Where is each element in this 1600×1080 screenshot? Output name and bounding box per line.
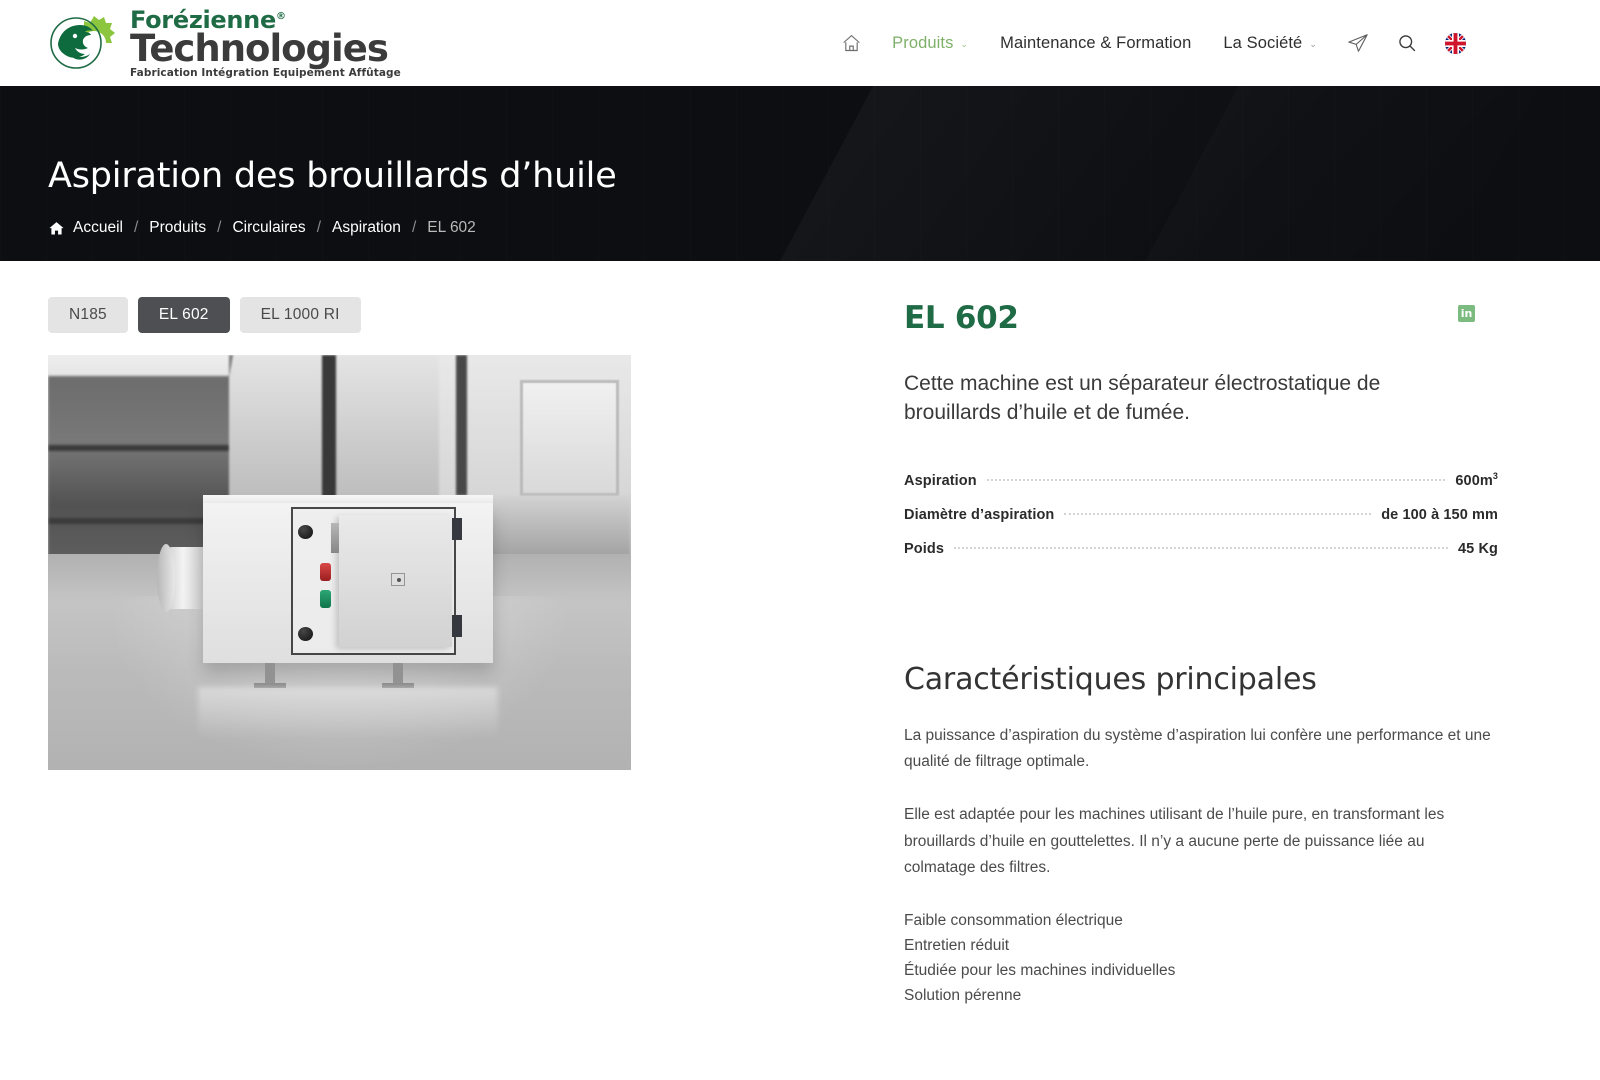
logo-registered-mark: ® — [275, 10, 286, 22]
breadcrumb-item-aspiration[interactable]: Aspiration — [332, 219, 401, 237]
tab-el-602[interactable]: EL 602 — [137, 297, 230, 333]
product-description: Cette machine est un séparateur électros… — [904, 372, 1381, 424]
nav-item-produits[interactable]: Produits ⌄ — [876, 34, 984, 53]
product-details-column: EL 602 in Cette machine est un séparateu… — [904, 297, 1500, 1008]
nav-search-icon[interactable] — [1383, 33, 1431, 53]
spec-value: de 100 à 150 mm — [1381, 506, 1498, 523]
tab-n185[interactable]: N185 — [48, 297, 128, 333]
spec-leader-dots — [1064, 512, 1372, 515]
product-gallery-column: N185 EL 602 EL 1000 RI — [48, 297, 904, 1008]
nav-item-la-societe[interactable]: La Société ⌄ — [1207, 34, 1333, 53]
logo-line-technologies: Technologies — [130, 26, 389, 70]
page-hero-banner: Aspiration des brouillards d’huile Accue… — [0, 86, 1600, 261]
chevron-down-icon: ⌄ — [1309, 38, 1317, 49]
photo-machine-cabinet-lock — [391, 573, 405, 586]
photo-machine-indicator-red — [320, 563, 331, 581]
uk-flag-icon — [1445, 32, 1466, 54]
logo-tagline: Fabrication Intégration Equipement Affût… — [130, 66, 401, 79]
spec-value: 45 Kg — [1458, 540, 1498, 557]
photo-machine-gauge — [331, 523, 339, 553]
nav-item-maintenance-formation[interactable]: Maintenance & Formation — [984, 34, 1207, 53]
spec-leader-dots — [953, 546, 1448, 549]
page-title: Aspiration des brouillards d’huile — [48, 156, 617, 197]
photo-workshop-door — [520, 379, 620, 497]
spec-row-aspiration: Aspiration 600m3 — [904, 462, 1498, 498]
nav-home-icon[interactable] — [827, 33, 876, 54]
spec-leader-dots — [986, 478, 1446, 481]
breadcrumb: Accueil / Produits / Circulaires / Aspir… — [48, 219, 1600, 237]
breadcrumb-separator: / — [316, 219, 321, 237]
breadcrumb-item-accueil[interactable]: Accueil — [73, 219, 123, 237]
spec-label: Diamètre d’aspiration — [904, 506, 1055, 523]
spec-value-exponent: 3 — [1492, 470, 1498, 481]
nav-item-label: Maintenance & Formation — [1000, 33, 1192, 52]
features-heading: Caractéristiques principales — [904, 661, 1317, 697]
breadcrumb-separator: / — [411, 219, 417, 237]
photo-machine-indicator-green — [320, 590, 331, 608]
tab-el-1000-ri[interactable]: EL 1000 RI — [239, 297, 361, 333]
spec-value-text: 600m — [1455, 472, 1493, 489]
chevron-down-icon: ⌄ — [960, 38, 969, 49]
feature-item: Solution pérenne — [904, 987, 1022, 1005]
photo-machine-hinge-top — [452, 518, 462, 540]
breadcrumb-home-icon[interactable] — [48, 220, 65, 237]
features-paragraph-1: La puissance d’aspiration du système d’a… — [904, 726, 1491, 771]
photo-machine-inlet-duct — [157, 544, 208, 612]
nav-language-switcher[interactable] — [1431, 32, 1480, 54]
forezienne-dragon-logo-icon — [48, 6, 122, 80]
breadcrumb-item-produits[interactable]: Produits — [149, 219, 206, 237]
logo-wordmark: Forézienne® Technologies Fabrication Int… — [130, 8, 401, 79]
spec-row-diametre-aspiration: Diamètre d’aspiration de 100 à 150 mm — [904, 498, 1498, 532]
product-spec-table: Aspiration 600m3 Diamètre d’aspiration d… — [904, 462, 1498, 566]
main-navigation: Produits ⌄ Maintenance & Formation La So… — [827, 0, 1480, 86]
spec-label: Aspiration — [904, 472, 977, 489]
breadcrumb-item-circulaires[interactable]: Circulaires — [232, 219, 305, 237]
site-header: Forézienne® Technologies Fabrication Int… — [0, 0, 1600, 86]
spec-label: Poids — [904, 540, 944, 557]
nav-contact-paper-plane-icon[interactable] — [1333, 32, 1383, 54]
breadcrumb-separator: / — [133, 219, 139, 237]
spec-row-poids: Poids 45 Kg — [904, 532, 1498, 566]
features-bullet-list: Faible consommation électrique Entretien… — [904, 908, 1500, 1008]
photo-machine-leg-right — [393, 663, 403, 685]
main-content: N185 EL 602 EL 1000 RI EL 602 in Cette m… — [0, 261, 1600, 1008]
product-header: EL 602 in — [904, 297, 1500, 334]
spec-value: 600m3 — [1455, 471, 1498, 489]
breadcrumb-current-page: EL 602 — [427, 219, 476, 237]
photo-machine-leg-left — [265, 663, 275, 685]
photo-machine-knob-bottom — [298, 627, 313, 641]
site-logo[interactable]: Forézienne® Technologies Fabrication Int… — [48, 4, 401, 82]
feature-item: Étudiée pour les machines individuelles — [904, 962, 1176, 980]
features-paragraph-2: Elle est adaptée pour les machines utili… — [904, 806, 1445, 877]
product-variant-tabs: N185 EL 602 EL 1000 RI — [48, 297, 904, 333]
page-root: Forézienne® Technologies Fabrication Int… — [0, 0, 1600, 1080]
feature-item: Faible consommation électrique — [904, 912, 1123, 930]
photo-machine-floor-reflection — [198, 687, 498, 739]
breadcrumb-separator: / — [217, 219, 222, 237]
nav-item-label: La Société — [1223, 33, 1303, 52]
product-photo[interactable] — [48, 355, 631, 770]
feature-item: Entretien réduit — [904, 937, 1010, 955]
linkedin-share-icon[interactable]: in — [1458, 305, 1475, 322]
product-title: EL 602 — [904, 300, 1019, 336]
nav-item-label: Produits — [892, 33, 954, 52]
photo-machine-knob-top — [298, 525, 313, 539]
photo-machine-hinge-bottom — [452, 615, 462, 637]
